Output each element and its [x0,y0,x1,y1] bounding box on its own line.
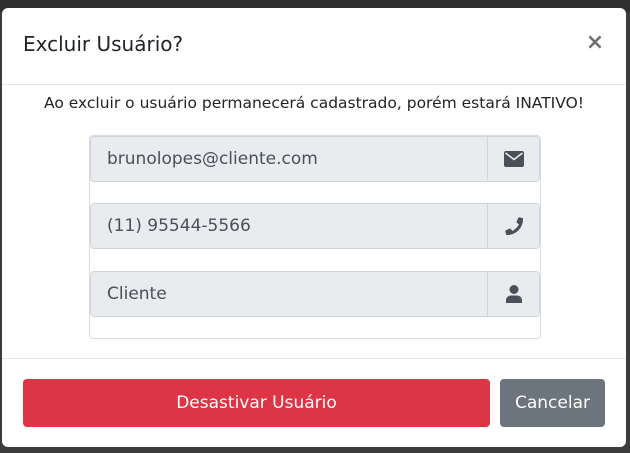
envelope-icon [487,137,539,181]
role-field[interactable] [91,272,487,316]
phone-input-group [90,203,540,249]
phone-field[interactable] [91,204,487,248]
user-icon [487,272,539,316]
modal-footer: Desastivar Usuário Cancelar [2,358,626,447]
user-info-card [89,135,541,339]
deactivate-user-button[interactable]: Desastivar Usuário [23,379,490,427]
modal-header: Excluir Usuário? × [2,8,626,85]
email-field[interactable] [91,137,487,181]
close-button[interactable]: × [584,32,606,54]
warning-message: Ao excluir o usuário permanecerá cadastr… [44,94,584,112]
modal-body: Ao excluir o usuário permanecerá cadastr… [2,85,626,358]
phone-icon [487,204,539,248]
cancel-button[interactable]: Cancelar [500,379,605,427]
modal-title: Excluir Usuário? [23,32,184,56]
role-input-group [90,271,540,317]
delete-user-modal: Excluir Usuário? × Ao excluir o usuário … [2,8,626,447]
email-input-group [90,136,540,182]
